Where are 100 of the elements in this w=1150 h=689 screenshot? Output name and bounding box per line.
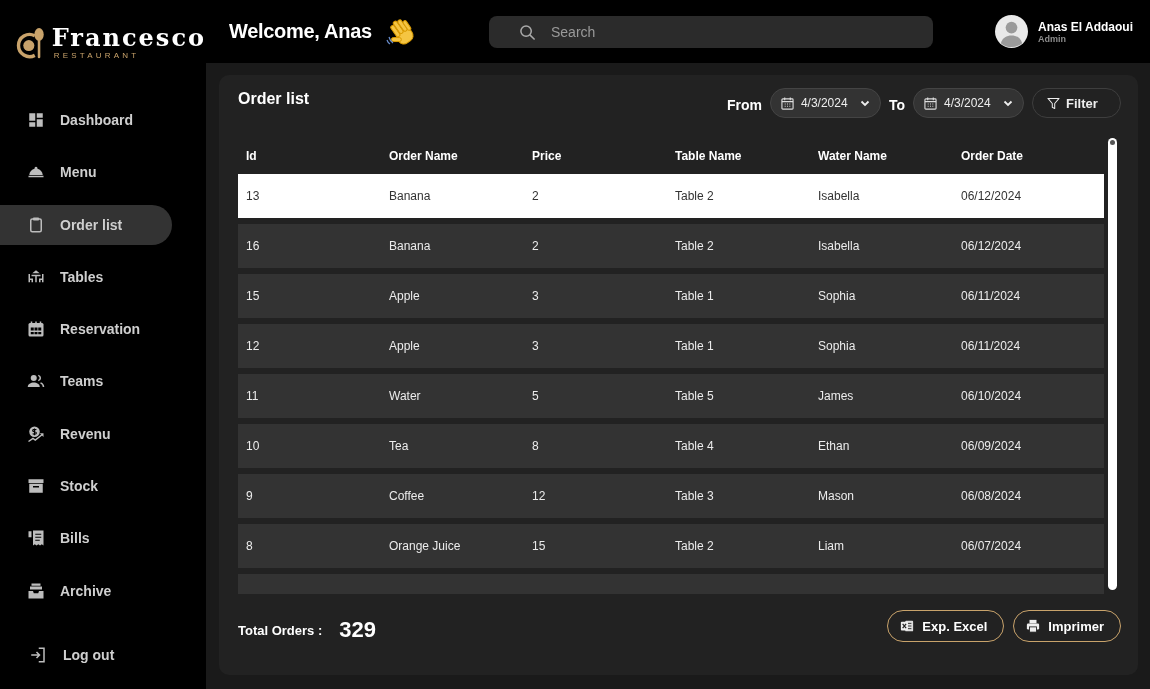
table-cell: 15 — [246, 289, 260, 303]
table-cell: 06/12/2024 — [961, 239, 1022, 253]
table-cell: 3 — [532, 339, 539, 353]
panel-title: Order list — [238, 90, 310, 108]
to-label: To — [888, 97, 905, 113]
from-label: From — [726, 97, 762, 113]
spreadsheet-icon — [900, 619, 915, 633]
table-cell: Coffee — [389, 489, 425, 503]
table-cell: Banana — [389, 189, 431, 203]
table-cell: James — [818, 389, 854, 403]
sidebar-item[interactable]: Archive — [0, 570, 172, 611]
dashboard-icon — [27, 111, 45, 129]
printer-icon — [1026, 619, 1041, 633]
chevron-down-icon — [859, 98, 870, 108]
archive-box-icon — [27, 477, 45, 496]
table-cell: 3 — [532, 289, 539, 303]
table-cell: 8 — [246, 539, 253, 553]
funnel-icon — [1047, 96, 1060, 110]
inbox-tray-icon — [27, 581, 45, 600]
sidebar-item[interactable]: Menu — [0, 152, 172, 193]
table-cell: 16 — [246, 239, 260, 253]
scrollbar-thumb[interactable] — [1108, 138, 1117, 590]
total-orders-label: Total Orders : — [238, 622, 323, 638]
table-cell: Table 3 — [675, 489, 714, 503]
table-cell: 06/10/2024 — [961, 389, 1022, 403]
table-cell: Mason — [818, 489, 855, 503]
sidebar-item[interactable]: Reservation — [0, 309, 172, 350]
table-cell: 9 — [246, 489, 253, 503]
coin-chart-icon — [27, 424, 45, 443]
table-cell: 2 — [532, 239, 539, 253]
table-cell: 8 — [532, 439, 539, 453]
table-cell: 12 — [532, 489, 546, 503]
column-header: Table Name — [675, 149, 742, 163]
table-cell: 06/07/2024 — [961, 539, 1022, 553]
search-icon — [519, 23, 536, 41]
table-cell: Table 2 — [675, 239, 714, 253]
table-row[interactable]: 9 Coffee 12 Table 3 Mason 06/08/2024 — [238, 474, 1104, 518]
column-header: Order Name — [389, 149, 458, 163]
table-row[interactable]: 10 Tea 8 Table 4 Ethan 06/09/2024 — [238, 424, 1104, 468]
sidebar-item[interactable]: Order list — [0, 204, 172, 245]
table-cell: Sophia — [818, 339, 856, 353]
table-row[interactable]: 8 Orange Juice 15 Table 2 Liam 06/07/2024 — [238, 524, 1104, 568]
sidebar-item[interactable]: Tables — [0, 256, 172, 297]
table-cell: Ethan — [818, 439, 850, 453]
search-field[interactable]: Search — [489, 15, 933, 48]
table-cell: Apple — [389, 339, 420, 353]
table-cell: 06/11/2024 — [961, 339, 1021, 353]
receipt-icon — [27, 529, 45, 548]
calendar-icon — [780, 96, 794, 110]
calendar-icon — [27, 320, 45, 339]
table-cell: Banana — [389, 239, 431, 253]
brand-tagline: RESTAURANT — [53, 51, 140, 61]
to-date-picker[interactable]: 4/3/2024 — [913, 88, 1024, 118]
user-role: Admin — [1038, 33, 1068, 44]
table-cell: 11 — [246, 389, 259, 403]
table-cell: 06/12/2024 — [961, 189, 1022, 203]
table-cell: 12 — [246, 339, 260, 353]
table-cell: Isabella — [818, 239, 860, 253]
logout-icon — [29, 646, 47, 664]
table-cell: Table 4 — [675, 439, 714, 453]
table-cell: Liam — [818, 539, 844, 553]
table-cell: Orange Juice — [389, 539, 461, 553]
sidebar-item[interactable]: Revenu — [0, 413, 172, 454]
total-orders-value: 329 — [339, 617, 376, 643]
brand-name: Francesco — [51, 25, 206, 51]
table-cell: 10 — [246, 439, 260, 453]
table-cell: 2 — [532, 189, 539, 203]
column-header: Price — [532, 149, 562, 163]
table-cell: Table 2 — [675, 189, 714, 203]
logout-button[interactable]: Log out — [0, 635, 127, 675]
table-row[interactable]: 13 Banana 2 Table 2 Isabella 06/12/2024 — [238, 174, 1104, 218]
table-cell: Sophia — [818, 289, 856, 303]
table-cell: Tea — [389, 439, 409, 453]
column-header: Id — [246, 149, 257, 163]
table-row[interactable]: 15 Apple 3 Table 1 Sophia 06/11/2024 — [238, 274, 1104, 318]
table-row[interactable]: 16 Banana 2 Table 2 Isabella 06/12/2024 — [238, 224, 1104, 268]
table-cell: 13 — [246, 189, 260, 203]
table-cell: 06/09/2024 — [961, 439, 1022, 453]
column-header: Order Date — [961, 149, 1024, 163]
sidebar-item[interactable]: Bills — [0, 518, 172, 559]
table-row[interactable]: 12 Apple 3 Table 1 Sophia 06/11/2024 — [238, 324, 1104, 368]
calendar-icon — [924, 96, 937, 110]
chevron-down-icon — [1003, 98, 1013, 108]
from-date-picker[interactable]: 4/3/2024 — [769, 88, 881, 118]
table-cell: 06/11/2024 — [961, 289, 1021, 303]
clipboard-icon — [27, 215, 45, 234]
table-row[interactable]: 11 Water 5 Table 5 James 06/10/2024 — [238, 374, 1104, 418]
table-cell: Isabella — [818, 189, 860, 203]
column-header: Water Name — [818, 149, 887, 163]
sidebar-item[interactable]: Teams — [0, 361, 172, 402]
table-cell: Table 1 — [675, 289, 714, 303]
user-avatar — [995, 15, 1029, 48]
table-cell: Apple — [389, 289, 420, 303]
table-cell: 06/08/2024 — [961, 489, 1022, 503]
table-cell: Water — [389, 389, 421, 403]
sidebar-item[interactable]: Dashboard — [0, 100, 172, 140]
table-cell: Table 1 — [675, 339, 714, 353]
sidebar-item[interactable]: Stock — [0, 466, 172, 507]
table-cell: 15 — [532, 539, 546, 553]
table-cell: Table 5 — [675, 389, 714, 403]
